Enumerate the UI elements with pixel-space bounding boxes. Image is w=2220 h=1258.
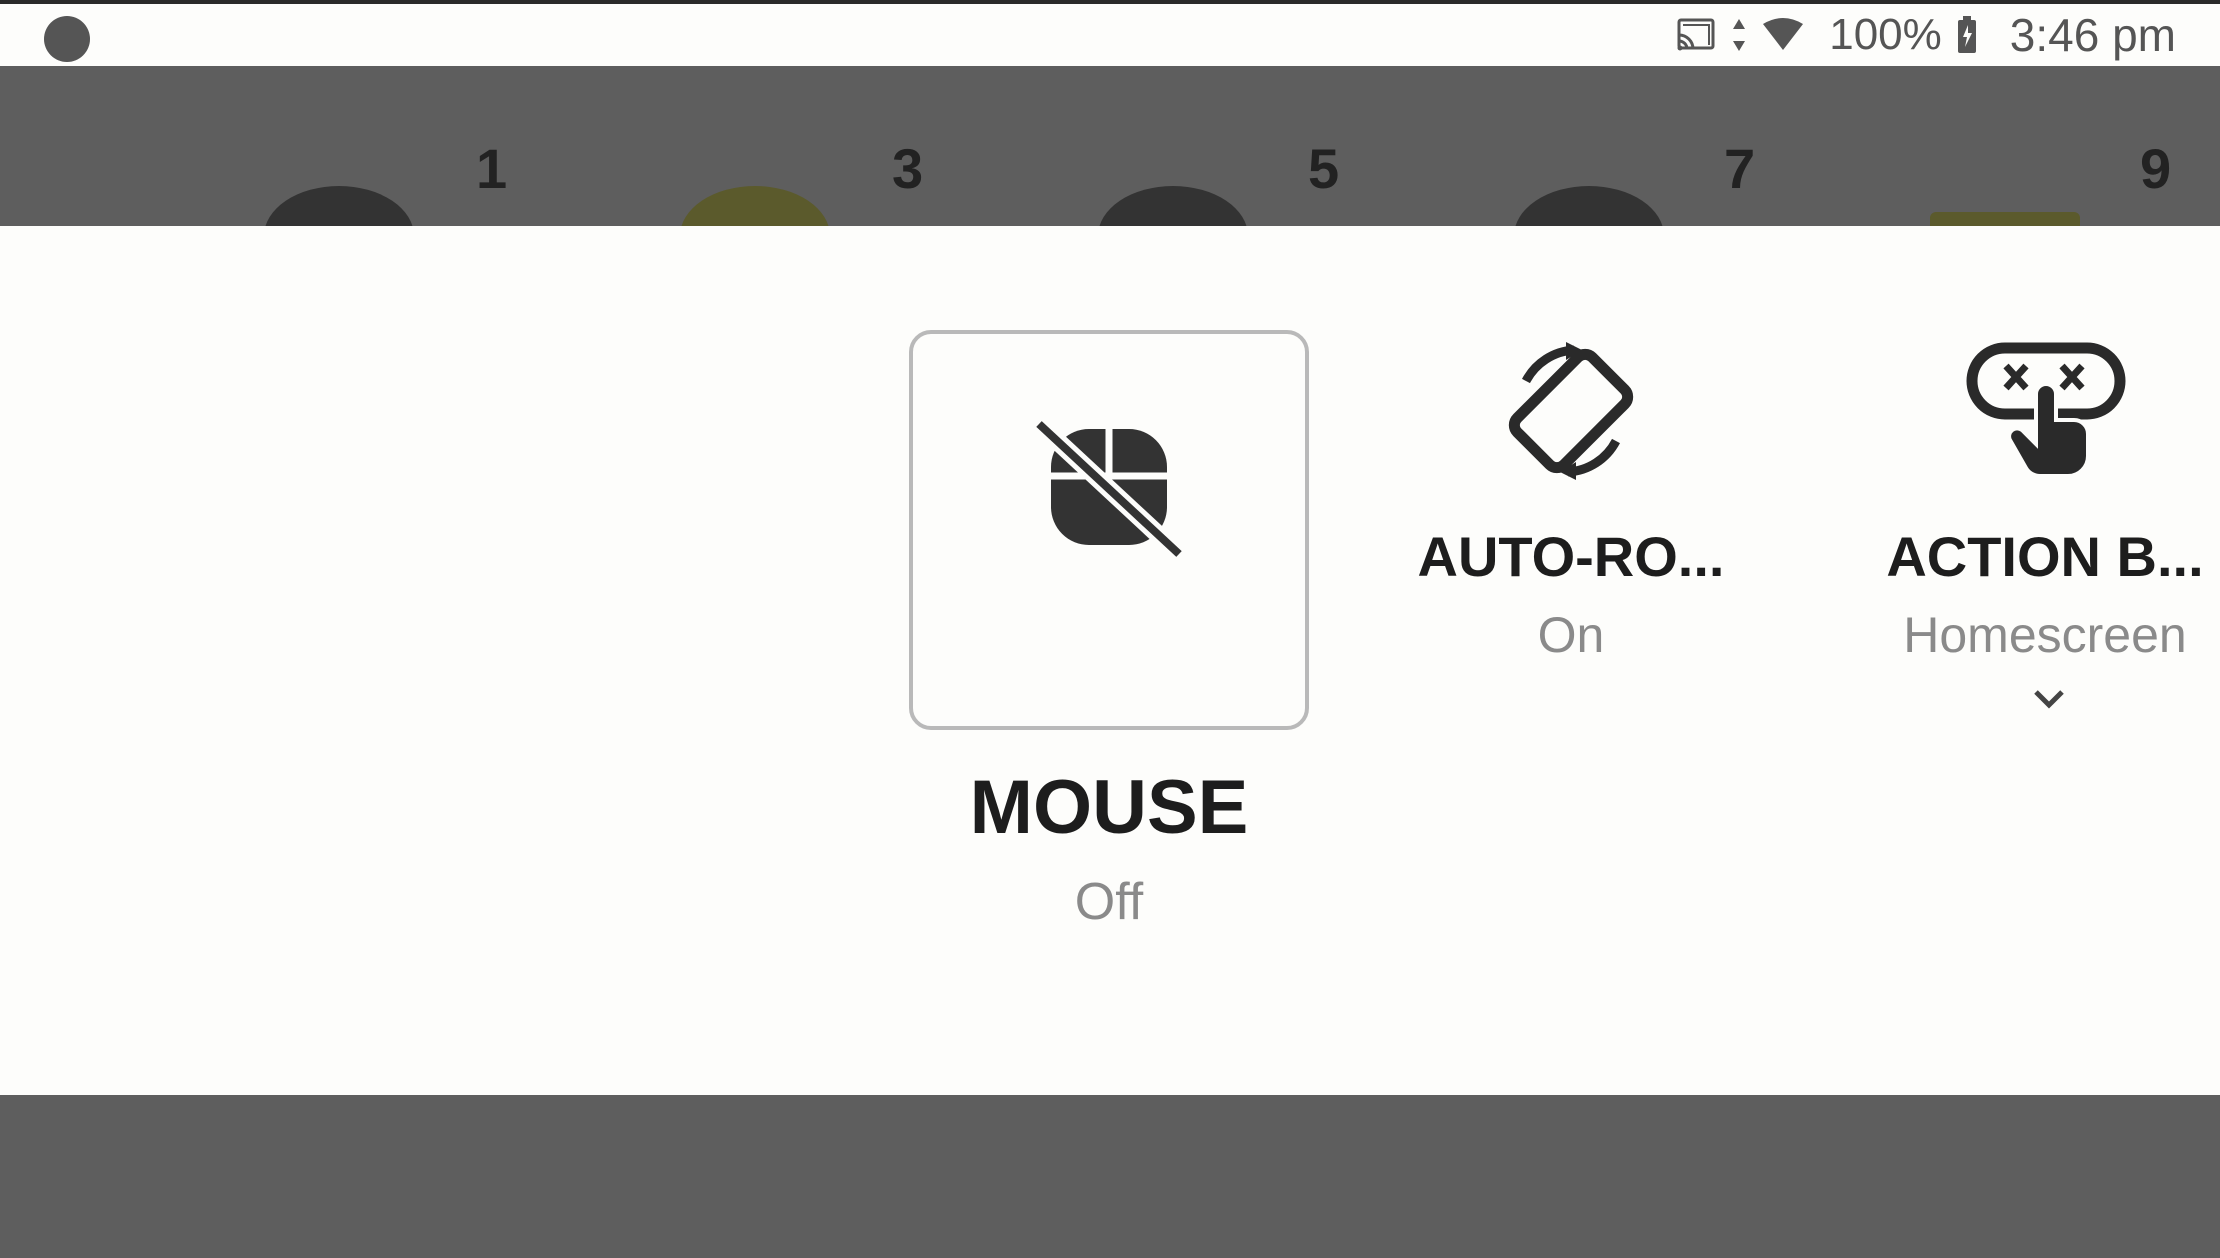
- wifi-icon: [1761, 18, 1805, 52]
- auto-rotate-tile-state: On: [1537, 607, 1605, 663]
- auto-rotate-icon[interactable]: [1496, 336, 1646, 486]
- status-icons: 100% 3:46 pm: [1675, 4, 2176, 66]
- action-button-tile-label[interactable]: ACTION B...: [1880, 524, 2210, 589]
- number-label: 5: [1308, 137, 1340, 200]
- background-circle: [1514, 186, 1664, 226]
- auto-rotate-tile-label[interactable]: AUTO-RO...: [1406, 524, 1736, 589]
- number-label: 9: [2140, 137, 2172, 200]
- background-dim-area[interactable]: [0, 1095, 2220, 1258]
- mouse-tile[interactable]: [909, 330, 1309, 730]
- quick-settings-panel: MOUSE Off AUTO-RO... On ACTION B... Home…: [0, 226, 2220, 1095]
- action-button-icon[interactable]: [1966, 336, 2128, 486]
- battery-percent: 100%: [1829, 10, 1942, 59]
- clock: 3:46 pm: [2009, 9, 2176, 61]
- notification-dot-icon: [44, 16, 90, 62]
- number-label: 1: [476, 137, 508, 200]
- background-circle: [1098, 186, 1248, 226]
- number-label: 7: [1724, 137, 1756, 200]
- chevron-down-icon[interactable]: [2032, 688, 2066, 710]
- background-circle: [264, 186, 414, 226]
- background-shape: [1930, 212, 2080, 226]
- screen: 100% 3:46 pm 1 3 5 7 9 MOUSE Off AUTO-RO…: [0, 0, 2220, 1258]
- action-button-tile-state: Homescreen: [1903, 607, 2187, 663]
- cast-icon: [1675, 17, 1717, 53]
- mouse-off-icon: [1032, 417, 1186, 561]
- mouse-tile-state: Off: [1074, 873, 1144, 931]
- battery-icon: [1956, 15, 1978, 55]
- background-circle: [680, 186, 830, 226]
- status-bar: 100% 3:46 pm: [0, 4, 2220, 66]
- number-label: 3: [892, 137, 924, 200]
- mouse-tile-label: MOUSE: [969, 765, 1249, 850]
- data-arrows-icon: [1731, 17, 1747, 53]
- background-number-row: 1 3 5 7 9: [0, 66, 2220, 226]
